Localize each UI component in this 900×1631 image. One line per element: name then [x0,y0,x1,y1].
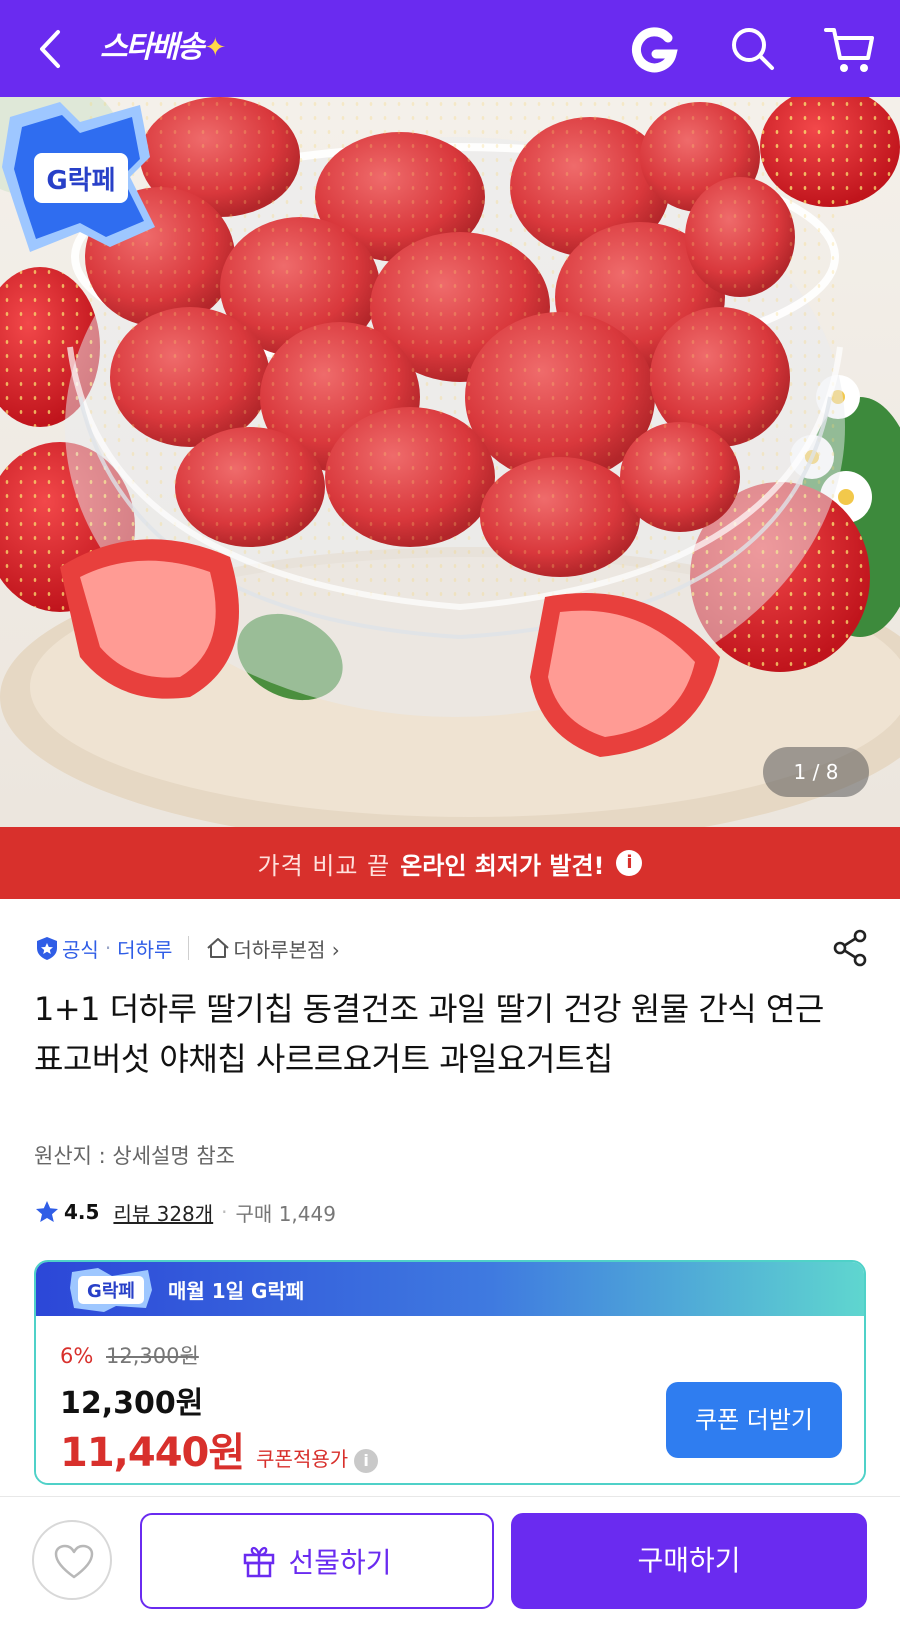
banner-light-text: 가격 비교 끝 [257,851,391,880]
product-title: 1+1 더하루 딸기칩 동결건조 과일 딸기 건강 원물 간식 연근 표고버섯 … [34,990,824,1078]
brand-link[interactable]: 더하루 [117,934,172,963]
g-lakpe-mini-badge: G락페 [70,1268,152,1312]
gift-button[interactable]: 선물하기 [140,1513,494,1609]
seller-row: 공식 · 더하루 더하루본점 › [34,930,340,966]
gift-button-label: 선물하기 [288,1546,392,1579]
search-icon[interactable] [728,24,778,74]
coupon-price: 11,440원 [60,1430,245,1476]
star-icon [36,1201,58,1222]
info-icon[interactable]: i [616,850,643,876]
back-arrow-icon[interactable] [30,24,70,74]
g-lakpe-badge-image: G락페 [2,102,155,252]
image-counter: 1 / 8 [763,747,869,797]
product-origin: 원산지 : 상세설명 참조 [34,1144,235,1168]
share-icon[interactable] [830,928,870,968]
home-icon [207,938,230,958]
price-card-header: G락페 매월 1일 G락페 [36,1262,864,1316]
mini-badge-text: G락페 [87,1281,135,1302]
rating-value: 4.5 [64,1200,100,1224]
sale-price: 12,300원 [60,1386,204,1421]
store-name: 더하루본점 [233,937,326,962]
separator-dot: · [104,936,112,960]
sparkle-icon: ✦ [204,33,226,63]
original-price: 12,300원 [106,1344,199,1368]
official-label: 공식 [62,937,99,962]
price-card: G락페 매월 1일 G락페 6% 12,300원 12,300원 11,440원… [34,1260,866,1485]
more-coupons-button[interactable]: 쿠폰 더받기 [666,1382,842,1458]
store-link[interactable]: 더하루본점 › [233,934,339,963]
review-count-link[interactable]: 리뷰 328개 [113,1198,213,1227]
discount-rate: 6% [60,1344,94,1368]
lowest-price-banner[interactable]: 가격 비교 끝 온라인 최저가 발견! i [0,827,900,899]
price-card-header-text: 매월 1일 G락페 [168,1278,305,1303]
coupon-price-label: 쿠폰적용가 [256,1447,349,1471]
wishlist-button[interactable] [32,1520,112,1600]
badge-text: G락페 [46,166,115,196]
rating-row: 4.5 리뷰 328개 · 구매 1,449 [34,1196,336,1228]
g-logo-icon[interactable] [628,24,680,76]
cart-icon[interactable] [822,22,878,76]
price-card-body: 6% 12,300원 12,300원 11,440원 쿠폰적용가 i 쿠폰 더받… [36,1316,864,1483]
bottom-divider [0,1496,900,1497]
chevron-right-icon: › [331,937,340,962]
heart-icon [54,1544,94,1579]
separator-dot: · [221,1200,228,1224]
shield-icon [37,937,57,960]
purchase-count: 구매 1,449 [235,1201,336,1226]
info-icon[interactable]: i [354,1449,379,1473]
coupon-price-row: 11,440원 쿠폰적용가 i [60,1420,379,1478]
gift-icon [244,1546,275,1578]
top-app-bar: 스타배송 ✦ [0,0,900,97]
banner-bold-text: 온라인 최저가 발견! [400,851,605,880]
discount-row: 6% 12,300원 [60,1340,199,1370]
buy-button[interactable]: 구매하기 [511,1513,867,1609]
brand-name: 스타배송 [100,30,204,65]
product-image-carousel[interactable]: G락페 1 / 8 [0,97,900,827]
brand-logo[interactable]: 스타배송 ✦ [100,26,226,70]
divider [188,936,190,960]
